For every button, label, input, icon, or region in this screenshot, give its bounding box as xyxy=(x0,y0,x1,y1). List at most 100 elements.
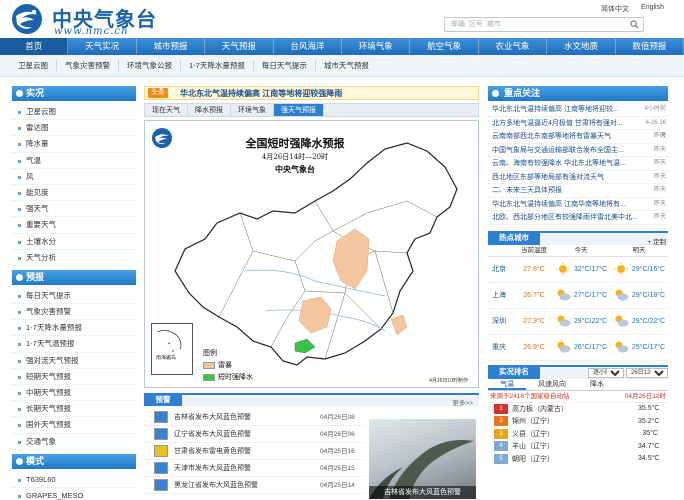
rank-tab-precip[interactable]: 降水 xyxy=(578,379,616,390)
tab-environment[interactable]: 环境气象 xyxy=(231,104,274,116)
nav-home[interactable]: 首页 xyxy=(0,38,69,55)
nav-typhoon-ocean[interactable]: 台风海洋 xyxy=(274,38,343,55)
ranking-row[interactable]: 3 义县（辽宁） 35°C xyxy=(488,428,668,441)
news-item[interactable]: 华北东北气温持续偏高 江南等地将迎较... 4小时前 xyxy=(488,103,668,117)
interval-select[interactable]: 逐小时 xyxy=(588,367,624,378)
ranking-row[interactable]: 5 朝阳（辽宁） 34.5°C xyxy=(488,453,668,466)
sidebar-item-daily-tips[interactable]: 每日天气提示 xyxy=(12,288,136,305)
partly-cloudy-icon xyxy=(557,289,571,301)
ranking-row[interactable]: 4 羊山（辽宁） 34.7°C xyxy=(488,440,668,453)
sidebar-item-traffic[interactable]: 交通气象 xyxy=(12,434,136,450)
time-select[interactable]: 26日12时 xyxy=(626,367,668,378)
search-icon[interactable] xyxy=(630,20,639,29)
lang-english-link[interactable]: English xyxy=(641,4,664,14)
subnav-warnings[interactable]: 气象灾害预警 xyxy=(57,60,119,71)
nav-environment[interactable]: 环境气象 xyxy=(342,38,411,55)
headline-ticker: 头条 华北东北气温持续偏高 江南等地将迎较强降雨 xyxy=(144,86,479,100)
sidebar-item-grapes[interactable]: GRAPES_MESO xyxy=(12,488,136,500)
subnav-precip-forecast[interactable]: 1-7天降水量预报 xyxy=(181,60,254,71)
hot-cities-tab[interactable]: 热点城市 xyxy=(488,230,540,245)
nav-weather-forecast[interactable]: 天气预报 xyxy=(205,38,274,55)
sidebar-item-satellite[interactable]: 卫星云图 xyxy=(12,104,136,121)
subnav-satellite[interactable]: 卫星云图 xyxy=(10,60,57,71)
nav-agriculture[interactable]: 农业气象 xyxy=(479,38,548,55)
news-item[interactable]: 西北地区东部等地局部有强对流天气 昨天 xyxy=(488,171,668,184)
city-row-beijing[interactable]: 北京 27.8°C 32°C/17°C 29°C/16°C xyxy=(488,257,668,283)
language-links: 简体中文 English xyxy=(601,4,664,14)
rank-tab-temperature[interactable]: 气温 xyxy=(488,379,526,390)
ranking-tabs: 气温 风速风向 降水 xyxy=(488,379,668,391)
sidebar-item-temperature[interactable]: 气温 xyxy=(12,153,136,169)
sidebar-item-visibility[interactable]: 能见度 xyxy=(12,185,136,202)
nav-city-forecast[interactable]: 城市预报 xyxy=(137,38,206,55)
ranking-tab[interactable]: 实况排名 xyxy=(488,364,540,379)
warning-item[interactable]: 甘肃省发布雷电黄色预警 04月25日16 xyxy=(144,443,364,460)
sidebar-item-t639[interactable]: T639L60 xyxy=(12,472,136,488)
sidebar-item-severe[interactable]: 强天气 xyxy=(12,201,136,218)
sidebar-item-soil[interactable]: 土壤水分 xyxy=(12,234,136,250)
news-item[interactable]: 华北东北气温持续偏高 江南华南等地将有... 昨天 xyxy=(488,198,668,211)
news-item[interactable]: 中国气象局与交通运输部联合发布全国主... 昨天 xyxy=(488,144,668,157)
sidebar-item-foreign[interactable]: 国外天气预报 xyxy=(12,417,136,434)
sidebar-item-analysis[interactable]: 天气分析 xyxy=(12,250,136,266)
nav-aviation[interactable]: 航空气象 xyxy=(410,38,479,55)
news-item[interactable]: 北欧、西北部分地区有较强降雨伴雷北美中北... 昨天 xyxy=(488,211,668,225)
search-input[interactable] xyxy=(445,18,625,31)
warning-item[interactable]: 辽宁省发布大风蓝色预警 04月26日06 xyxy=(144,426,364,443)
site-url: www.nmc.cn xyxy=(54,26,129,37)
tab-current-weather[interactable]: 现在天气 xyxy=(145,104,188,116)
sidebar-item-medium-range[interactable]: 中期天气预报 xyxy=(12,385,136,402)
warnings-tab[interactable]: 预警 xyxy=(144,393,182,406)
sidebar-item-short-range[interactable]: 短期天气预报 xyxy=(12,369,136,385)
warnings-more-link[interactable]: 更多>> xyxy=(452,397,473,407)
subnav-daily-tips[interactable]: 每日天气提示 xyxy=(254,60,316,71)
section-bullet-icon xyxy=(16,273,23,281)
customize-link[interactable]: + 定制 xyxy=(647,236,666,246)
warning-photo[interactable]: 吉林省发布大风蓝色预警 xyxy=(369,419,476,499)
cma-logo-icon[interactable] xyxy=(10,2,46,36)
sidebar-item-radar[interactable]: 雷达图 xyxy=(12,120,136,137)
news-item[interactable]: 云南南部西北东南部等地将有雷暴天气 昨天 xyxy=(488,130,668,144)
city-row-shanghai[interactable]: 上海 26.7°C 27°C/17°C 29°C/18°C xyxy=(488,283,668,309)
sidebar-item-precip-7day[interactable]: 1-7天降水量预报 xyxy=(12,320,136,337)
section-bullet-icon xyxy=(16,90,23,97)
nav-numerical[interactable]: 数值预报 xyxy=(616,38,684,55)
warnings-list: 吉林省发布大风蓝色预警 04月26日08 辽宁省发布大风蓝色预警 04月26日0… xyxy=(144,409,364,494)
subnav-city-forecast[interactable]: 城市天气预报 xyxy=(316,60,377,71)
city-row-chongqing[interactable]: 重庆 26.9°C 26°C/17°C 25°C/17°C xyxy=(488,335,668,361)
lang-simplified-link[interactable]: 简体中文 xyxy=(601,4,629,14)
rank-badge: 4 xyxy=(494,441,508,452)
hot-cities-header: 热点城市 + 定制 xyxy=(488,230,668,246)
wind-warning-icon xyxy=(154,479,168,491)
sidebar-item-wind[interactable]: 风 xyxy=(12,169,136,185)
sidebar-item-important[interactable]: 重要天气 xyxy=(12,217,136,234)
china-map-graphic xyxy=(174,142,458,366)
ranking-row[interactable]: 2 锦州（辽宁） 35.2°C xyxy=(488,415,668,428)
sidebar-item-temp-7day[interactable]: 1-7天气温预报 xyxy=(12,336,136,353)
sidebar-item-convection[interactable]: 强对流天气预报 xyxy=(12,353,136,369)
headline-link[interactable]: 华北东北气温持续偏高 江南等地将迎较强降雨 xyxy=(180,88,342,99)
ranking-row[interactable]: 1 高力板（内蒙古） 35.5°C xyxy=(488,403,668,416)
sidebar-item-warnings[interactable]: 气象灾害预警 xyxy=(12,304,136,321)
rank-badge: 2 xyxy=(494,416,508,427)
city-row-shenzhen[interactable]: 深圳 27.3°C 29°C/22°C 29°C/22°C xyxy=(488,309,668,335)
news-item[interactable]: 二、未来三天具体预报 昨天 xyxy=(488,184,668,198)
tab-precip-forecast[interactable]: 降水预报 xyxy=(188,104,231,116)
warning-item[interactable]: 黑龙江省发布大风蓝色预警 04月25日14 xyxy=(144,477,364,494)
tab-severe-forecast[interactable]: 强天气预报 xyxy=(274,104,324,116)
news-item[interactable]: 北方多地气温逼近4月极值 甘肃将有强对... 4-26 16时 xyxy=(488,117,668,139)
forecast-map[interactable]: 全国短时强降水预报 4月26日14时—20时 中央气象台 南海诸岛 图例 雷暴 xyxy=(144,120,479,388)
subnav-env-bulletin[interactable]: 环境气象公报 xyxy=(119,60,181,71)
sidebar-item-long-range[interactable]: 长期天气预报 xyxy=(12,401,136,418)
wind-warning-icon xyxy=(154,428,168,440)
nav-hydrology[interactable]: 水文地质 xyxy=(547,38,616,55)
sidebar-item-precipitation[interactable]: 降水量 xyxy=(12,136,136,153)
warning-item[interactable]: 吉林省发布大风蓝色预警 04月26日08 xyxy=(144,409,364,426)
model-list: T639L60 GRAPES_MESO xyxy=(12,469,136,500)
photo-caption: 吉林省发布大风蓝色预警 xyxy=(369,486,476,499)
warnings-header: 预警 更多>> xyxy=(144,393,479,407)
news-item[interactable]: 云南、海南有较强降水 华北东北等地气温... 昨天 xyxy=(488,157,668,171)
rank-tab-wind[interactable]: 风速风向 xyxy=(526,379,578,390)
nav-observation[interactable]: 天气实况 xyxy=(68,38,137,55)
warning-item[interactable]: 天津市发布大风蓝色预警 04月25日15 xyxy=(144,460,364,477)
